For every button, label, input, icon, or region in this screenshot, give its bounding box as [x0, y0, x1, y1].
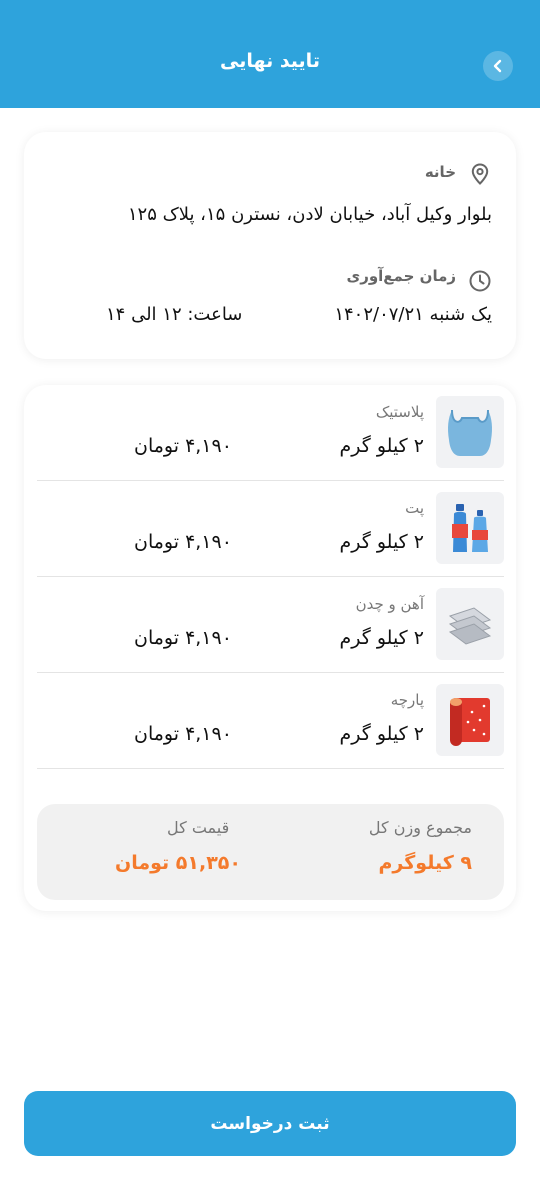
- item-weight: ۲ کیلو گرم: [339, 435, 424, 457]
- pickup-time: ساعت: ۱۲ الی ۱۴: [106, 304, 243, 325]
- pickup-label: زمان جمع‌آوری: [346, 267, 456, 285]
- item-price: ۴,۱۹۰ تومان: [134, 435, 232, 457]
- item-price: ۴,۱۹۰ تومان: [134, 531, 232, 553]
- metal-bars-icon: [436, 588, 504, 660]
- item-weight: ۲ کیلو گرم: [339, 531, 424, 553]
- list-item: آهن و چدن ۲ کیلو گرم ۴,۱۹۰ تومان: [37, 577, 504, 673]
- item-name: پلاستیک: [375, 403, 424, 421]
- item-name: پارچه: [390, 691, 424, 709]
- plastic-bag-icon: [436, 396, 504, 468]
- items-card: پلاستیک ۲ کیلو گرم ۴,۱۹۰ تومان پت ۲ کیلو…: [24, 385, 516, 911]
- list-item: پت ۲ کیلو گرم ۴,۱۹۰ تومان: [37, 481, 504, 577]
- location-pin-icon: [471, 163, 489, 185]
- pet-bottles-icon: [436, 492, 504, 564]
- order-summary: مجموع وزن کل ۹ کیلوگرم قیمت کل ۵۱,۳۵۰ تو…: [37, 804, 504, 900]
- item-weight: ۲ کیلو گرم: [339, 723, 424, 745]
- pickup-date: یک شنبه ۱۴۰۲/۰۷/۲۱: [334, 304, 492, 325]
- page-title: تایید نهایی: [220, 50, 320, 72]
- app-header: تایید نهایی: [0, 0, 540, 108]
- submit-request-button[interactable]: ثبت درخواست: [24, 1091, 516, 1156]
- item-name: آهن و چدن: [355, 595, 424, 613]
- address-text: بلوار وکیل آباد، خیابان لادن، نسترن ۱۵، …: [127, 204, 492, 225]
- clock-icon: [469, 270, 491, 292]
- item-price: ۴,۱۹۰ تومان: [134, 627, 232, 649]
- item-price: ۴,۱۹۰ تومان: [134, 723, 232, 745]
- total-weight-label: مجموع وزن کل: [368, 818, 472, 837]
- item-weight: ۲ کیلو گرم: [339, 627, 424, 649]
- total-price-label: قیمت کل: [167, 818, 230, 837]
- list-item: پلاستیک ۲ کیلو گرم ۴,۱۹۰ تومان: [37, 385, 504, 481]
- address-card: خانه بلوار وکیل آباد، خیابان لادن، نسترن…: [24, 132, 516, 359]
- back-button[interactable]: [483, 51, 513, 81]
- item-name: پت: [405, 499, 424, 517]
- list-item: پارچه ۲ کیلو گرم ۴,۱۹۰ تومان: [37, 673, 504, 769]
- fabric-roll-icon: [436, 684, 504, 756]
- chevron-left-icon: [493, 59, 502, 73]
- address-label: خانه: [424, 163, 456, 181]
- total-weight-value: ۹ کیلوگرم: [378, 852, 473, 874]
- total-price-value: ۵۱,۳۵۰ تومان: [115, 852, 241, 874]
